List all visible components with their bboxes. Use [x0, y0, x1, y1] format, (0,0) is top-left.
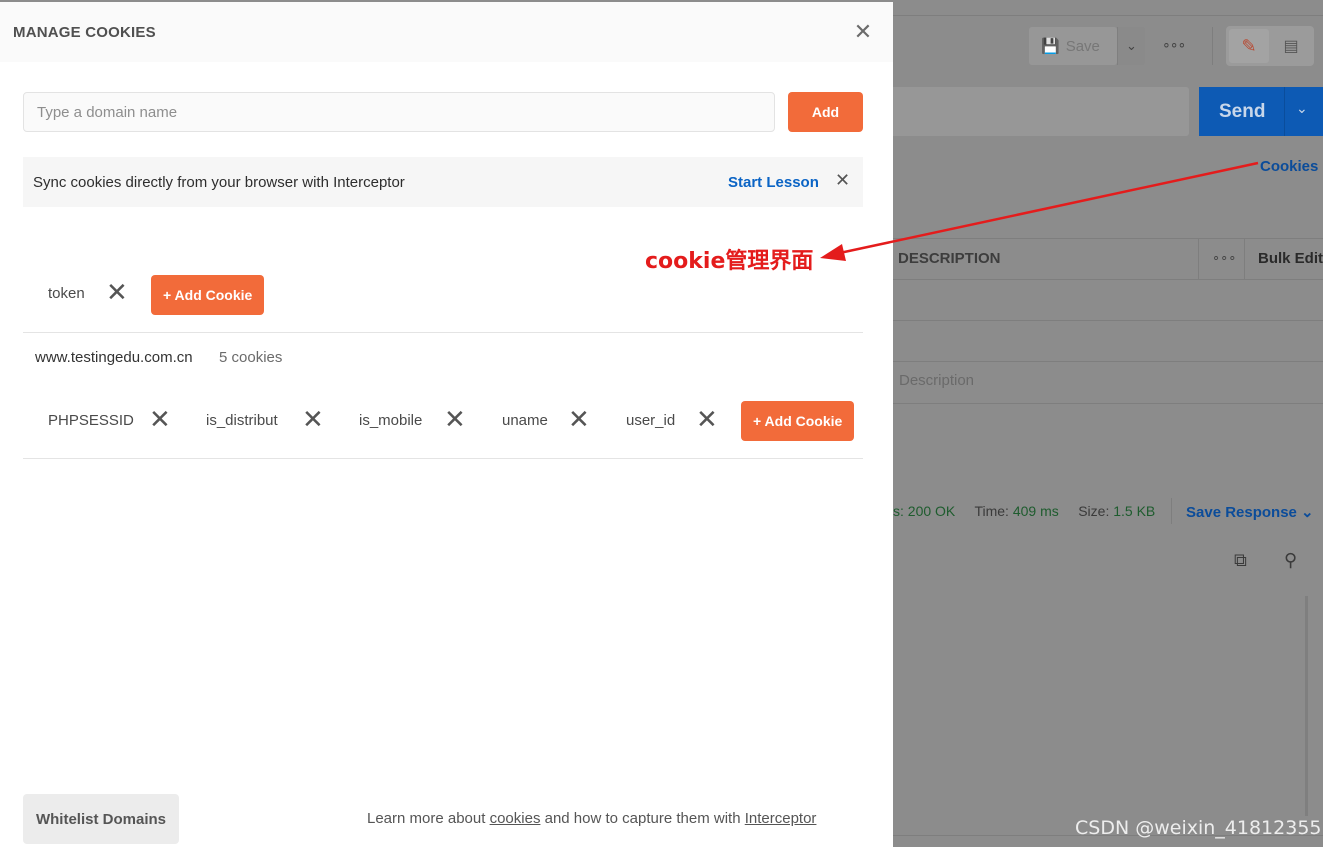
bg-size-value: 1.5 KB	[1113, 503, 1156, 519]
bg-size-label: Size:	[1078, 503, 1110, 519]
cookie-chip-token[interactable]: token	[48, 285, 85, 302]
bg-save-icon: 💾	[1041, 38, 1060, 55]
bg-view-toggle: ✎ ▤	[1226, 26, 1314, 66]
interceptor-banner: Sync cookies directly from your browser …	[23, 157, 863, 207]
banner-text: Sync cookies directly from your browser …	[33, 174, 405, 191]
bg-response-status: s: 200 OK Time: 409 ms Size: 1.5 KB	[893, 503, 1155, 519]
add-cookie-button[interactable]: + Add Cookie	[151, 275, 265, 315]
close-icon[interactable]: ✕	[851, 20, 875, 44]
bg-status-divider	[1171, 498, 1172, 524]
modal-title: MANAGE COOKIES	[13, 24, 156, 41]
bg-divider	[1212, 27, 1213, 65]
bg-row-line	[893, 361, 1323, 362]
banner-close-icon[interactable]: ✕	[835, 170, 850, 191]
bg-edit-icon[interactable]: ✎	[1229, 29, 1269, 63]
bg-search-icon[interactable]: ⚲	[1284, 550, 1297, 571]
cookie-chip-phpsessid[interactable]: PHPSESSID	[48, 412, 134, 429]
add-cookie-button[interactable]: + Add Cookie	[741, 401, 855, 441]
cookie-chip-is-mobile[interactable]: is_mobile	[359, 412, 422, 429]
cookie-count: 5 cookies	[219, 349, 283, 366]
remove-cookie-icon[interactable]: ✕	[444, 406, 466, 432]
bg-header-more-icon[interactable]: ∘∘∘	[1212, 250, 1236, 266]
bg-url-input[interactable]	[893, 87, 1189, 136]
cookie-chip-uname[interactable]: uname	[502, 412, 548, 429]
bg-description-placeholder[interactable]: Description	[899, 372, 974, 389]
remove-cookie-icon[interactable]: ✕	[302, 406, 324, 432]
remove-cookie-icon[interactable]: ✕	[568, 406, 590, 432]
bg-scrollbar[interactable]	[1305, 596, 1308, 816]
domain-input[interactable]	[23, 92, 775, 132]
bg-save-response-label: Save Response	[1186, 504, 1297, 521]
bg-comment-icon[interactable]: ▤	[1271, 29, 1311, 63]
annotation-label: cookie管理界面	[645, 249, 814, 274]
bg-more-icon[interactable]: ∘∘∘	[1162, 36, 1186, 53]
bg-top-bar	[893, 0, 1323, 16]
bg-save-response[interactable]: Save Response ⌄	[1186, 503, 1314, 521]
bg-send-divider	[1284, 87, 1285, 136]
remove-cookie-icon[interactable]: ✕	[149, 406, 171, 432]
bg-cookies-link[interactable]: Cookies	[1260, 158, 1318, 175]
bg-save-label: Save	[1065, 37, 1100, 55]
cookie-chip-is-distribut[interactable]: is_distribut	[206, 412, 278, 429]
bg-description-header: DESCRIPTION	[898, 250, 1001, 267]
bg-copy-icon[interactable]: ⧉	[1234, 550, 1247, 571]
cookies-link[interactable]: cookies	[490, 810, 541, 827]
bg-status-prefix: s:	[893, 503, 904, 519]
remove-cookie-icon[interactable]: ✕	[696, 406, 718, 432]
interceptor-link[interactable]: Interceptor	[745, 810, 817, 827]
bg-bulk-edit[interactable]: Bulk Edit	[1258, 250, 1323, 267]
modal-header: MANAGE COOKIES ✕	[0, 2, 893, 62]
bg-header-divider	[1244, 238, 1245, 280]
bg-row-line	[893, 403, 1323, 404]
whitelist-domains-button[interactable]: Whitelist Domains	[23, 794, 179, 844]
footer-prefix: Learn more about	[367, 810, 490, 827]
domain-name: www.testingedu.com.cn	[35, 349, 193, 366]
bg-save-dropdown[interactable]: ⌄	[1117, 27, 1145, 65]
watermark: CSDN @weixin_41812355	[1075, 817, 1322, 839]
bg-time-value: 409 ms	[1012, 503, 1059, 519]
manage-cookies-modal: MANAGE COOKIES ✕ Add Sync cookies direct…	[0, 2, 893, 847]
cookie-chip-user-id[interactable]: user_id	[626, 412, 675, 429]
start-lesson-link[interactable]: Start Lesson	[728, 174, 819, 191]
remove-cookie-icon[interactable]: ✕	[106, 279, 128, 305]
group-divider	[23, 332, 863, 333]
footer-text: Learn more about cookies and how to capt…	[367, 810, 816, 827]
bg-send-dropdown-icon[interactable]: ⌄	[1296, 100, 1308, 117]
bg-header-divider	[1198, 238, 1199, 280]
bg-status-value: 200 OK	[907, 503, 956, 519]
group-divider	[23, 458, 863, 459]
bg-time-label: Time:	[974, 503, 1009, 519]
add-domain-button[interactable]: Add	[788, 92, 863, 132]
bg-row-line	[893, 320, 1323, 321]
bg-save-button[interactable]: 💾 Save	[1029, 27, 1117, 65]
footer-middle: and how to capture them with	[540, 810, 745, 827]
